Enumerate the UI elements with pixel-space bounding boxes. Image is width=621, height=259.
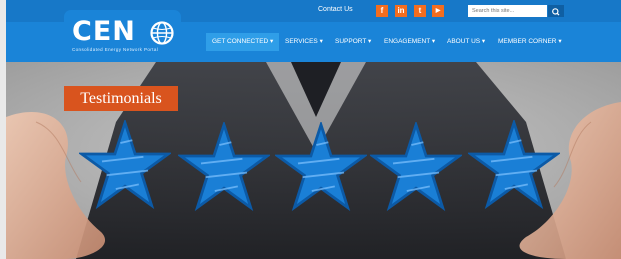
twitter-icon[interactable]: t: [414, 5, 426, 17]
nav-services[interactable]: SERVICES ▾: [285, 33, 323, 51]
rating-star-icon: [370, 122, 462, 212]
nav-label: ABOUT US: [447, 38, 481, 45]
rating-star-icon: [79, 120, 171, 210]
nav-get-connected[interactable]: GET CONNECTED ▾: [206, 33, 280, 51]
globe-icon: [150, 21, 174, 45]
nav-member-corner[interactable]: MEMBER CORNER ▾: [498, 33, 562, 51]
nav-label: MEMBER CORNER: [498, 38, 557, 45]
rating-star-icon: [468, 120, 560, 210]
testimonials-badge: Testimonials: [64, 86, 178, 111]
search-input[interactable]: [468, 5, 547, 17]
nav-label: SERVICES: [285, 38, 318, 45]
nav-about-us[interactable]: ABOUT US ▾: [447, 33, 485, 51]
rating-star-icon: [178, 122, 270, 212]
search-icon: [552, 8, 560, 16]
nav-label: ENGAGEMENT: [384, 38, 431, 45]
logo-tagline: Consolidated Energy Network Portal: [72, 47, 159, 52]
site-logo[interactable]: CEN: [72, 16, 136, 47]
contact-us-link[interactable]: Contact Us: [318, 6, 353, 13]
rating-star-icon: [275, 122, 367, 212]
linkedin-icon[interactable]: in: [395, 5, 407, 17]
facebook-icon[interactable]: f: [376, 5, 388, 17]
page-frame: CEN Consolidated Energy Network Portal C…: [6, 0, 621, 259]
youtube-icon[interactable]: ▶: [432, 5, 444, 17]
nav-support[interactable]: SUPPORT ▾: [335, 33, 371, 51]
search-button[interactable]: [548, 5, 564, 17]
nav-label: SUPPORT: [335, 38, 367, 45]
nav-label: GET CONNECTED: [212, 38, 269, 45]
nav-engagement[interactable]: ENGAGEMENT ▾: [384, 33, 435, 51]
